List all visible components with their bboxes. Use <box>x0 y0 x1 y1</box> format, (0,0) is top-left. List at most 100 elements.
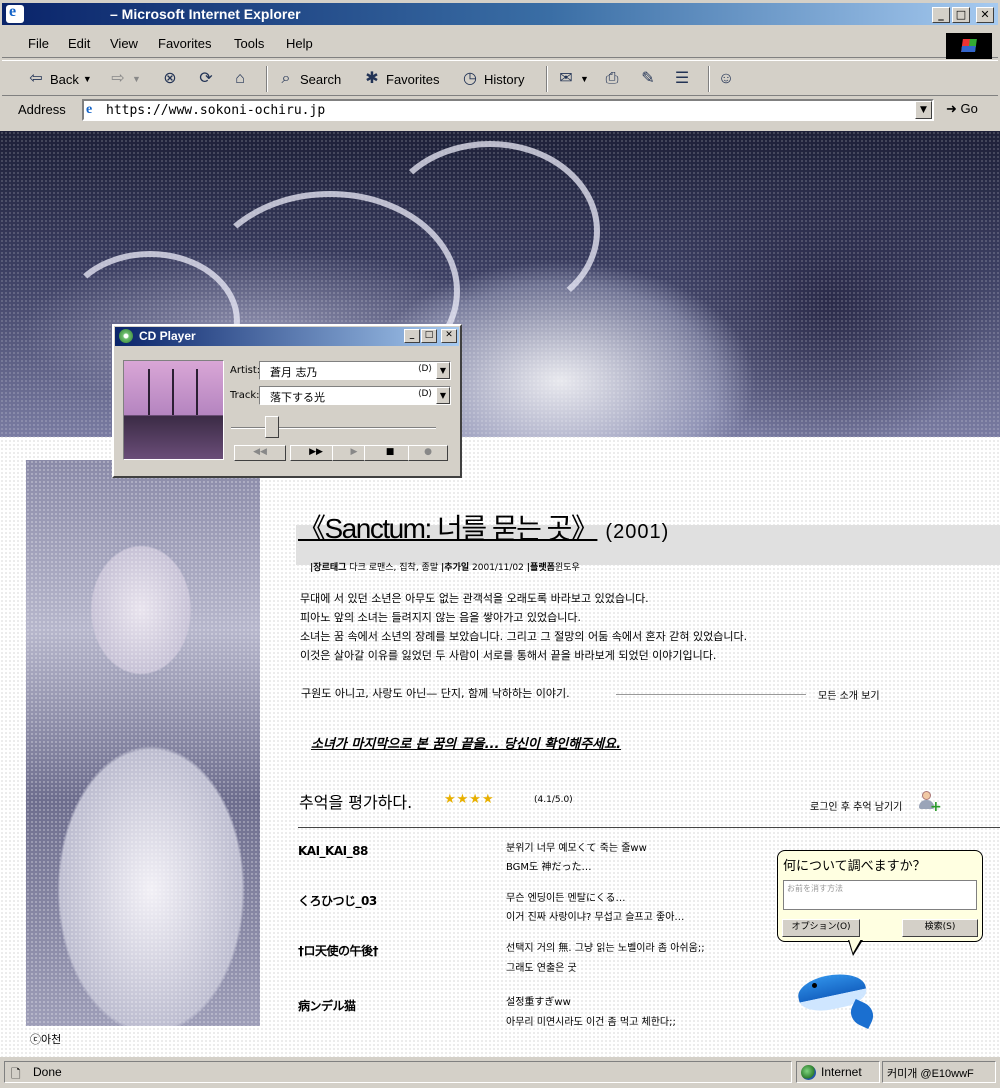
track-dropdown-icon[interactable]: ▼ <box>436 387 450 404</box>
home-button[interactable]: ⌂ <box>230 66 250 92</box>
disc-rev-icon: ⟨D⟩ <box>418 389 432 399</box>
status-text-pane: 🗋 Done <box>4 1061 792 1083</box>
menu-favorites[interactable]: Favorites <box>158 36 211 51</box>
platform-value: 윈도우 <box>554 563 580 573</box>
internet-globe-icon <box>801 1065 816 1080</box>
platform-label: |플랫폼 <box>526 563 555 573</box>
forward-button[interactable]: ⇨ ▼ <box>108 66 141 92</box>
status-user: 커미개 @E10wwF <box>887 1068 974 1080</box>
menu-tools[interactable]: Tools <box>234 36 264 51</box>
artist-label: Artist: <box>230 365 261 376</box>
rating-stars[interactable]: ★★★★ <box>444 792 495 807</box>
print-icon: ⎙ <box>605 70 619 87</box>
go-label: Go <box>960 101 978 116</box>
comment-user[interactable]: くろひつじ_03 <box>298 892 377 909</box>
close-button[interactable]: ✕ <box>976 7 994 23</box>
refresh-icon: ⟳ <box>199 70 213 87</box>
go-button[interactable]: ➜ Go <box>946 101 978 117</box>
teaser-link[interactable]: 소녀가 마지막으로 본 꿈의 끝을... 당신이 확인해주세요. <box>311 733 621 752</box>
login-to-comment-link[interactable]: 로그인 후 추억 남기기 <box>810 798 902 813</box>
zone-text: Internet <box>821 1065 862 1079</box>
dolphin-assistant-icon[interactable] <box>790 957 884 1030</box>
menu-help[interactable]: Help <box>286 36 313 51</box>
seek-track[interactable] <box>231 427 436 429</box>
artist-select[interactable]: 蒼月 志乃 ⟨D⟩ ▼ <box>259 361 451 380</box>
cd-player-window: CD Player _ □ ✕ Artist: 蒼月 志乃 ⟨D⟩ ▼ Trac… <box>112 324 462 478</box>
game-description: 무대에 서 있던 소년은 아무도 없는 관객석을 오래도록 바라보고 있었습니다… <box>300 589 900 665</box>
description-line: 이것은 살아갈 이유를 잃었던 두 사람이 서로를 통해서 끝을 바라보게 되었… <box>300 649 717 662</box>
menu-view[interactable]: View <box>110 36 138 51</box>
toolbar-separator <box>546 66 548 92</box>
maximize-button[interactable]: □ <box>952 7 970 23</box>
back-label: Back <box>50 71 79 87</box>
favorites-button[interactable]: ✱ Favorites <box>362 66 439 92</box>
edit-button[interactable]: ✎ <box>638 66 658 92</box>
comment-text: 아무리 미연시라도 이건 좀 먹고 체한다;; <box>506 1017 676 1028</box>
add-user-icon[interactable]: + <box>919 790 942 815</box>
cd-disc-icon <box>119 329 133 343</box>
record-button[interactable]: ● <box>408 445 448 461</box>
window-title: – Microsoft Internet Explorer <box>110 6 301 22</box>
game-year: (2001) <box>605 521 670 543</box>
forward-arrow-icon: ⇨ <box>111 70 125 87</box>
print-button[interactable]: ⎙ <box>602 66 622 92</box>
comment-text: 이거 진짜 사랑이냐? 무섭고 슬프고 좋아… <box>506 912 685 923</box>
comment-user[interactable]: †ロ天使の午後† <box>298 942 379 959</box>
address-dropdown-icon[interactable]: ▼ <box>915 101 932 119</box>
menu-bar: File Edit View Favorites Tools Help <box>2 30 998 59</box>
back-dropdown-icon[interactable]: ▼ <box>83 74 92 84</box>
forward-dropdown-icon[interactable]: ▼ <box>132 74 141 84</box>
search-button[interactable]: ⌕ Search <box>276 66 342 92</box>
history-label: History <box>484 71 525 87</box>
comment-user[interactable]: 病ンデル猫 <box>298 997 356 1014</box>
rewind-button[interactable]: ◀◀ <box>234 445 286 461</box>
refresh-button[interactable]: ⟳ <box>196 66 216 92</box>
favorites-star-icon: ✱ <box>365 70 379 87</box>
assistant-options-button[interactable]: オプション(O) <box>782 919 860 937</box>
address-field[interactable]: e ▼ <box>82 99 934 121</box>
address-input[interactable] <box>106 102 906 119</box>
menu-file[interactable]: File <box>28 36 49 51</box>
cd-maximize-button[interactable]: □ <box>421 329 437 343</box>
zone-pane: Internet <box>796 1061 880 1083</box>
cd-player-title-bar[interactable]: CD Player _ □ ✕ <box>115 327 459 346</box>
stop-button[interactable]: ⊗ <box>160 66 180 92</box>
cd-close-button[interactable]: ✕ <box>441 329 457 343</box>
mail-dropdown-icon[interactable]: ▼ <box>580 74 589 84</box>
back-button[interactable]: ⇦ Back ▼ <box>26 66 92 92</box>
artist-dropdown-icon[interactable]: ▼ <box>436 362 450 379</box>
back-arrow-icon: ⇦ <box>29 70 43 87</box>
rating-score: (4.1/5.0) <box>534 795 573 805</box>
stop-icon: ⊗ <box>163 70 177 87</box>
track-value: 落下する光 <box>270 391 325 404</box>
description-line: 소녀는 꿈 속에서 소년의 장례를 보았습니다. 그리고 그 절망의 어둠 속에… <box>300 630 748 643</box>
menu-edit[interactable]: Edit <box>68 36 90 51</box>
genre-value: 다크 로맨스, 집착, 종말 <box>349 563 439 573</box>
track-select[interactable]: 落下する光 ⟨D⟩ ▼ <box>259 386 451 405</box>
cd-minimize-button[interactable]: _ <box>404 329 420 343</box>
toolbar-separator <box>266 66 268 92</box>
minimize-button[interactable]: _ <box>932 7 950 23</box>
comment-text: 설정重すぎww <box>506 997 571 1008</box>
comment-user[interactable]: KAI_KAI_88 <box>298 844 368 858</box>
view-all-link[interactable]: 모든 소개 보기 <box>818 687 880 702</box>
game-title[interactable]: 《Sanctum: 너를 묻는 곳》 <box>298 513 599 544</box>
favorites-label: Favorites <box>386 71 440 87</box>
comment-text: 그래도 연출은 굿 <box>506 963 577 974</box>
messenger-button[interactable]: ☺ <box>716 66 736 92</box>
comment-text: 분위기 너무 예모くて 죽는 줄ww <box>506 843 647 854</box>
page-viewport[interactable]: ⓒ아천 《Sanctum: 너를 묻는 곳》 (2001) |장르태그 다크 로맨… <box>0 131 1000 1057</box>
mail-button[interactable]: ✉ ▼ <box>556 66 589 92</box>
discuss-button[interactable]: ☰ <box>672 66 692 92</box>
page-ie-icon: e <box>86 102 93 117</box>
discuss-icon: ☰ <box>674 70 690 87</box>
seek-slider-thumb[interactable] <box>265 416 280 438</box>
page-done-icon: 🗋 <box>11 1067 21 1081</box>
tagline-rule <box>616 694 806 695</box>
history-button[interactable]: ◷ History <box>460 66 524 92</box>
toolbar-separator <box>708 66 710 92</box>
comments-divider <box>298 827 1000 828</box>
assistant-search-button[interactable]: 検索(S) <box>902 919 978 937</box>
status-text: Done <box>33 1065 62 1079</box>
assistant-search-input[interactable]: お前を消す方法 <box>783 880 977 910</box>
